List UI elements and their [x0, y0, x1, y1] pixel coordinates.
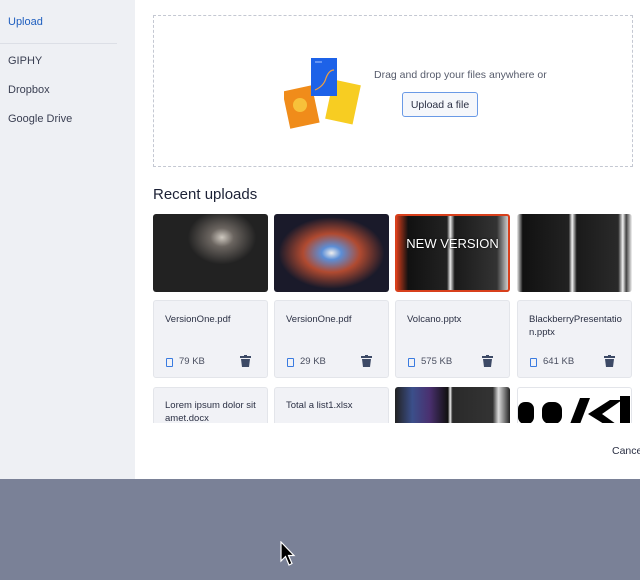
file-icon [408, 358, 415, 367]
trash-icon[interactable] [604, 355, 615, 367]
thumbnail[interactable] [274, 214, 389, 292]
mouse-cursor-icon [280, 541, 296, 566]
documents-illustration-icon [284, 58, 361, 129]
file-size: 29 KB [300, 356, 326, 367]
file-card[interactable]: VersionOne.pdf 29 KB [274, 300, 389, 378]
thumbnail[interactable]: NEW VERSION [395, 214, 510, 292]
main-panel: Drag and drop your files anywhere or Upl… [135, 0, 640, 479]
thumbnail[interactable] [395, 387, 510, 423]
thumbnail[interactable] [517, 214, 632, 292]
trash-icon[interactable] [482, 355, 493, 367]
file-name: VersionOne.pdf [286, 314, 352, 325]
file-size: 575 KB [421, 356, 453, 367]
blackberry-logo-icon [518, 396, 630, 423]
sidebar: Upload GIPHY Dropbox Google Drive [0, 0, 135, 479]
thumbnail[interactable] [153, 214, 268, 292]
file-card[interactable]: BlackberryPresentation.pptx 641 KB [517, 300, 632, 378]
sidebar-item-google-drive[interactable]: Google Drive [8, 113, 72, 125]
file-card[interactable]: Volcano.pptx 575 KB [395, 300, 510, 378]
file-name: Total a list1.xlsx [286, 400, 353, 411]
file-name: Lorem ipsum dolor sit amet.docx [165, 400, 256, 423]
new-version-label: NEW VERSION [406, 236, 499, 251]
file-icon [287, 358, 294, 367]
file-card[interactable]: Total a list1.xlsx [274, 387, 389, 423]
sidebar-divider [0, 43, 117, 44]
thumbnail[interactable] [517, 387, 632, 423]
file-icon [530, 358, 537, 367]
cancel-button[interactable]: Cancel [612, 445, 640, 457]
file-name: BlackberryPresentation.pptx [529, 314, 622, 338]
upload-file-button[interactable]: Upload a file [402, 92, 478, 117]
file-size: 641 KB [543, 356, 575, 367]
drop-instructions: Drag and drop your files anywhere or [374, 69, 547, 81]
file-card[interactable]: Lorem ipsum dolor sit amet.docx [153, 387, 268, 423]
trash-icon[interactable] [240, 355, 251, 367]
file-name: Volcano.pptx [407, 314, 462, 325]
file-name: VersionOne.pdf [165, 314, 231, 325]
sidebar-item-giphy[interactable]: GIPHY [8, 55, 42, 67]
recent-uploads-title: Recent uploads [153, 186, 258, 203]
sidebar-item-dropbox[interactable]: Dropbox [8, 84, 50, 96]
file-icon [166, 358, 173, 367]
file-size: 79 KB [179, 356, 205, 367]
sidebar-item-upload[interactable]: Upload [8, 16, 43, 28]
trash-icon[interactable] [361, 355, 372, 367]
modal-backdrop [0, 479, 640, 580]
drop-zone[interactable]: Drag and drop your files anywhere or Upl… [153, 15, 633, 167]
file-card[interactable]: VersionOne.pdf 79 KB [153, 300, 268, 378]
